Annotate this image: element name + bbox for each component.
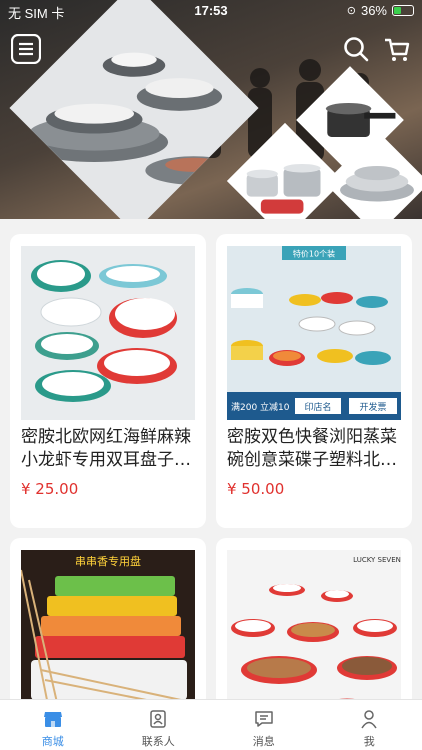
product-image: 串串香专用盘 bbox=[21, 550, 195, 708]
promo-top-label: LUCKY SEVEN bbox=[353, 556, 401, 564]
tab-contacts[interactable]: 联系人 bbox=[106, 700, 212, 750]
tab-label: 联系人 bbox=[141, 735, 175, 748]
product-card[interactable]: 串串香专用盘 bbox=[10, 538, 206, 708]
product-card[interactable]: 特价10个装 满200 立减10 印店名 开发票 密胺双色快餐浏阳蒸菜碗创意菜碟… bbox=[216, 234, 412, 528]
battery-percent: 36% bbox=[360, 3, 387, 18]
promo-top-label: 特价10个装 bbox=[293, 249, 335, 259]
product-image: 特价10个装 满200 立减10 印店名 开发票 bbox=[227, 246, 401, 420]
product-price: ¥ 50.00 bbox=[227, 480, 285, 498]
promo-mid-label: 印店名 bbox=[304, 401, 331, 413]
contacts-icon bbox=[150, 710, 166, 728]
store-icon bbox=[43, 712, 62, 727]
tab-label: 商城 bbox=[41, 735, 64, 748]
product-image bbox=[21, 246, 195, 420]
hero-banner[interactable] bbox=[0, 0, 422, 219]
search-icon[interactable] bbox=[341, 34, 371, 64]
rotation-lock-icon: ⊙ bbox=[346, 5, 356, 17]
app-screen: 无 SIM 卡 17:53 ⊙ 36% 密胺北欧网红海鲜麻辣小龙虾专用双耳盘子…… bbox=[0, 0, 422, 750]
battery-indicator: ⊙ 36% bbox=[347, 3, 414, 18]
product-card[interactable]: 密胺北欧网红海鲜麻辣小龙虾专用双耳盘子… ¥ 25.00 bbox=[10, 234, 206, 528]
product-price: ¥ 25.00 bbox=[21, 480, 79, 498]
bottom-tab-bar: 商城 联系人 消息 我 bbox=[0, 699, 422, 750]
tab-label: 我 bbox=[363, 735, 375, 748]
person-icon bbox=[361, 710, 377, 729]
battery-icon bbox=[392, 5, 414, 16]
tab-me[interactable]: 我 bbox=[317, 700, 422, 750]
menu-icon[interactable] bbox=[11, 34, 41, 64]
tab-store[interactable]: 商城 bbox=[0, 700, 106, 750]
message-icon bbox=[255, 711, 273, 727]
product-name: 密胺北欧网红海鲜麻辣小龙虾专用双耳盘子… bbox=[21, 427, 191, 470]
cart-icon[interactable] bbox=[382, 34, 412, 64]
promo-left-label: 满200 立减10 bbox=[231, 401, 290, 413]
product-card[interactable]: LUCKY SEVEN bbox=[216, 538, 412, 708]
tab-messages[interactable]: 消息 bbox=[211, 700, 317, 750]
status-bar: 无 SIM 卡 17:53 ⊙ 36% bbox=[0, 0, 422, 22]
product-name: 密胺双色快餐浏阳蒸菜碗创意菜碟子塑料北… bbox=[227, 427, 397, 470]
promo-top-label: 串串香专用盘 bbox=[75, 554, 141, 568]
product-image: LUCKY SEVEN bbox=[227, 550, 401, 708]
tab-label: 消息 bbox=[252, 735, 275, 748]
promo-right-label: 开发票 bbox=[359, 401, 386, 413]
